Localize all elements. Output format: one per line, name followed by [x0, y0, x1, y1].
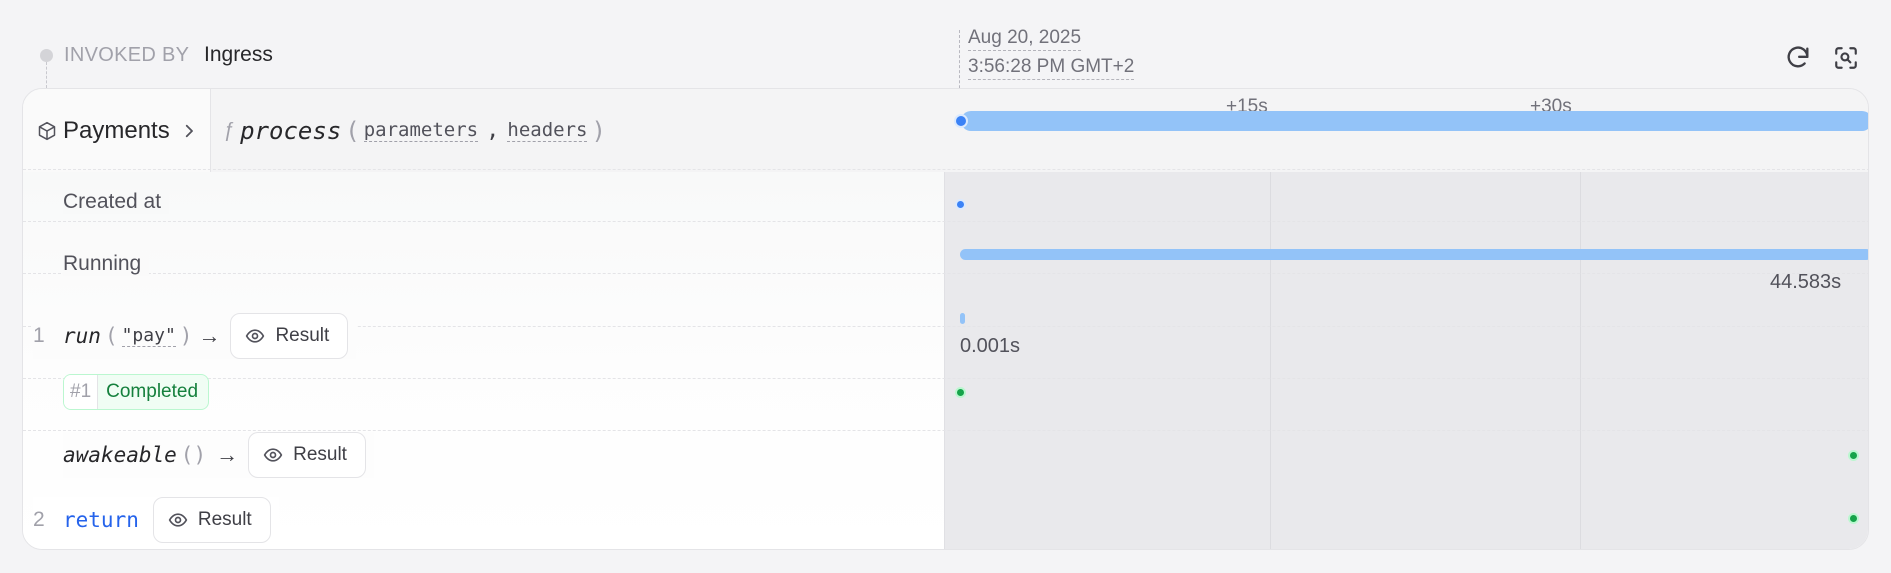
- close-paren: ): [591, 116, 606, 145]
- return-keyword: return: [63, 508, 139, 532]
- journal-entry-return[interactable]: 2 return Result: [33, 497, 279, 543]
- return-result-button[interactable]: Result: [152, 497, 271, 543]
- service-name: Payments: [63, 116, 170, 144]
- close-paren: ): [179, 324, 193, 348]
- row-divider: [23, 221, 1868, 222]
- run-arg[interactable]: "pay": [121, 325, 176, 347]
- journal-entry-awakeable[interactable]: awakeable () → Result: [63, 432, 374, 478]
- attempt-status: Completed: [106, 381, 199, 402]
- row-divider: [23, 430, 1868, 431]
- row-divider: [23, 169, 1868, 170]
- start-time: 3:56:28 PM GMT+2: [968, 56, 1135, 80]
- invoked-by-label: INVOKED BY: [64, 44, 190, 66]
- run-fn-name: run: [63, 324, 101, 348]
- awakeable-fn-name: awakeable: [63, 443, 177, 467]
- run-duration: 0.001s: [960, 335, 1021, 357]
- journal-entry-run[interactable]: 1 run ( "pay" ) → Result: [33, 313, 357, 359]
- handler-signature[interactable]: ƒ process ( parameters , headers ): [223, 89, 943, 172]
- invocation-card: Payments ƒ process ( parameters , header…: [22, 88, 1869, 550]
- invoked-by-value: Ingress: [204, 43, 273, 66]
- eye-icon: [168, 513, 188, 527]
- param-parameters[interactable]: parameters: [363, 119, 479, 142]
- handler-name: process: [240, 116, 342, 145]
- line-number: 2: [33, 508, 45, 531]
- eye-icon: [263, 448, 283, 462]
- refresh-icon: [1787, 46, 1809, 68]
- service-breadcrumb[interactable]: Payments: [23, 89, 211, 172]
- eye-icon: [246, 329, 265, 343]
- created-at-label: Created at: [63, 190, 170, 214]
- running-label: Running: [63, 252, 150, 276]
- invoked-connector: [46, 62, 47, 88]
- awakeable-marker: [1848, 450, 1859, 461]
- row-divider: [23, 378, 1868, 379]
- param-comma: ,: [486, 118, 500, 143]
- arrow-right-icon: →: [198, 323, 221, 348]
- chevron-right-icon: [185, 124, 193, 137]
- invocation-duration-bar[interactable]: [961, 111, 1868, 131]
- line-number: 1: [33, 324, 45, 347]
- row-divider: [23, 273, 1868, 274]
- box-icon: [38, 121, 56, 140]
- return-marker: [1848, 513, 1859, 524]
- zoom-search-icon: [1835, 47, 1857, 69]
- open-paren: (: [104, 324, 118, 348]
- zoom-button[interactable]: [1828, 40, 1864, 76]
- invocation-start-marker: [954, 114, 968, 128]
- running-duration: 44.583s: [1770, 271, 1842, 293]
- result-label: Result: [293, 444, 347, 465]
- result-label: Result: [197, 509, 252, 530]
- awakeable-parens: (): [180, 443, 207, 467]
- invoked-dot: [40, 49, 53, 62]
- awakeable-result-button[interactable]: Result: [248, 432, 366, 478]
- refresh-button[interactable]: [1780, 40, 1816, 76]
- running-duration-bar[interactable]: [960, 249, 1868, 260]
- attempt-status-badge[interactable]: #1 Completed: [63, 374, 210, 410]
- start-date: Aug 20, 2025: [968, 27, 1082, 51]
- attempt-number: #1: [64, 375, 99, 409]
- created-at-marker: [955, 199, 966, 210]
- param-headers[interactable]: headers: [507, 119, 588, 142]
- run-duration-bar[interactable]: [960, 313, 965, 324]
- open-paren: (: [345, 116, 360, 145]
- result-label: Result: [275, 325, 330, 346]
- run-result-button[interactable]: Result: [230, 313, 349, 359]
- function-icon: ƒ: [223, 119, 235, 141]
- attempt-marker: [955, 387, 966, 398]
- arrow-right-icon: →: [216, 442, 239, 467]
